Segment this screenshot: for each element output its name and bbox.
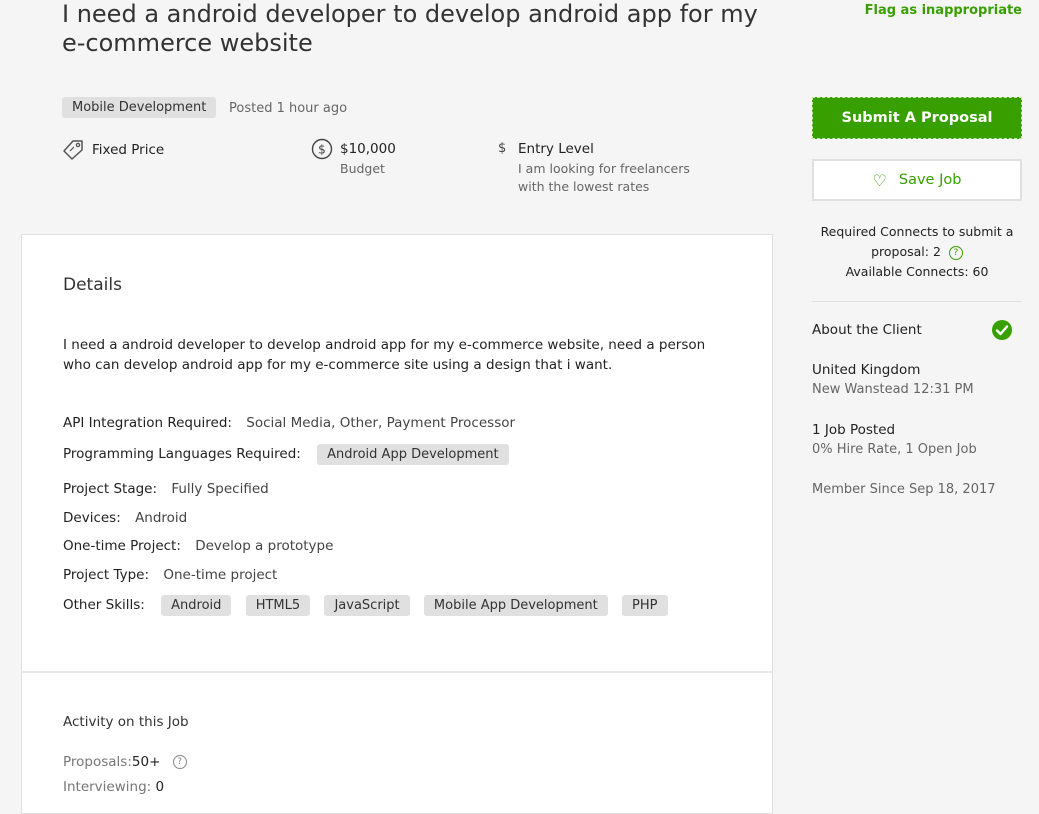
verified-check-icon xyxy=(992,320,1012,340)
proposals-row: Proposals:50+ ? xyxy=(63,754,187,770)
skill-tag[interactable]: Mobile App Development xyxy=(423,595,608,616)
client-city-time: New Wanstead 12:31 PM xyxy=(812,382,974,397)
heart-icon: ♡ xyxy=(872,170,887,190)
job-title: I need a android developer to develop an… xyxy=(62,0,758,57)
budget-value: $10,000 xyxy=(340,141,396,157)
project-stage-label: Project Stage: xyxy=(63,481,158,497)
api-integration-value: Social Media, Other, Payment Processor xyxy=(246,415,516,431)
details-heading: Details xyxy=(63,275,122,295)
divider xyxy=(812,301,1022,302)
activity-heading: Activity on this Job xyxy=(63,714,189,730)
proposals-label: Proposals: xyxy=(63,754,132,770)
interviewing-label: Interviewing: xyxy=(63,779,152,795)
submit-proposal-button[interactable]: Submit A Proposal xyxy=(812,97,1022,139)
budget-label: Budget xyxy=(340,161,385,176)
available-connects: Available Connects: 60 xyxy=(845,264,989,279)
programming-languages-label: Programming Languages Required: xyxy=(63,446,301,462)
client-hire-rate: 0% Hire Rate, 1 Open Job xyxy=(812,442,977,457)
project-type-value: One-time project xyxy=(163,567,278,583)
posted-time: Posted 1 hour ago xyxy=(229,101,348,116)
other-skills-row: Other Skills: Android HTML5 JavaScript M… xyxy=(63,594,668,616)
skill-tag[interactable]: Android xyxy=(161,595,232,616)
interviewing-value: 0 xyxy=(155,779,165,795)
client-country: United Kingdom xyxy=(812,362,921,378)
job-description: I need a android developer to develop an… xyxy=(63,337,706,373)
svg-text:$: $ xyxy=(318,143,326,157)
category-tag[interactable]: Mobile Development xyxy=(62,97,217,118)
client-jobs-posted: 1 Job Posted xyxy=(812,422,896,438)
details-card: Details I need a android developer to de… xyxy=(21,234,773,671)
client-member-since: Member Since Sep 18, 2017 xyxy=(812,482,996,497)
required-connects: Required Connects to submit a proposal: … xyxy=(820,224,1014,259)
dollar-icon: $ xyxy=(498,141,507,156)
skill-tag-android-app-development[interactable]: Android App Development xyxy=(317,444,509,465)
interviewing-row: Interviewing: 0 xyxy=(63,779,164,795)
devices-row: Devices: Android xyxy=(63,510,187,526)
devices-value: Android xyxy=(135,510,188,526)
dollar-circle-icon: $ xyxy=(311,138,333,160)
proposals-value: 50+ xyxy=(131,754,161,770)
one-time-project-row: One-time Project: Develop a prototype xyxy=(63,538,333,554)
project-type-label: Project Type: xyxy=(63,567,150,583)
skill-tag[interactable]: JavaScript xyxy=(324,595,410,616)
project-type-row: Project Type: One-time project xyxy=(63,567,277,583)
experience-level-title: Entry Level xyxy=(518,141,594,157)
project-stage-row: Project Stage: Fully Specified xyxy=(63,481,269,497)
flag-inappropriate-link[interactable]: Flag as inappropriate xyxy=(865,3,1022,18)
help-icon[interactable]: ? xyxy=(948,245,963,260)
one-time-project-label: One-time Project: xyxy=(63,538,181,554)
project-stage-value: Fully Specified xyxy=(171,481,269,497)
price-tag-icon xyxy=(63,140,83,160)
skill-tag[interactable]: HTML5 xyxy=(245,595,311,616)
api-integration-row: API Integration Required: Social Media, … xyxy=(63,415,515,431)
skill-tag[interactable]: PHP xyxy=(622,595,668,616)
other-skills-label: Other Skills: xyxy=(63,597,145,613)
programming-languages-row: Programming Languages Required: Android … xyxy=(63,443,509,465)
save-job-label: Save Job xyxy=(898,172,962,188)
about-client-heading: About the Client xyxy=(812,322,922,338)
experience-level-desc: I am looking for freelancers with the lo… xyxy=(518,161,690,194)
api-integration-label: API Integration Required: xyxy=(63,415,232,431)
help-icon[interactable]: ? xyxy=(172,755,187,769)
save-job-button[interactable]: ♡ Save Job xyxy=(812,159,1022,201)
one-time-project-value: Develop a prototype xyxy=(195,538,334,554)
devices-label: Devices: xyxy=(63,510,121,526)
connects-info: Required Connects to submit a proposal: … xyxy=(812,222,1022,282)
price-type-label: Fixed Price xyxy=(92,142,165,158)
activity-card: Activity on this Job Proposals:50+ ? Int… xyxy=(21,671,773,814)
